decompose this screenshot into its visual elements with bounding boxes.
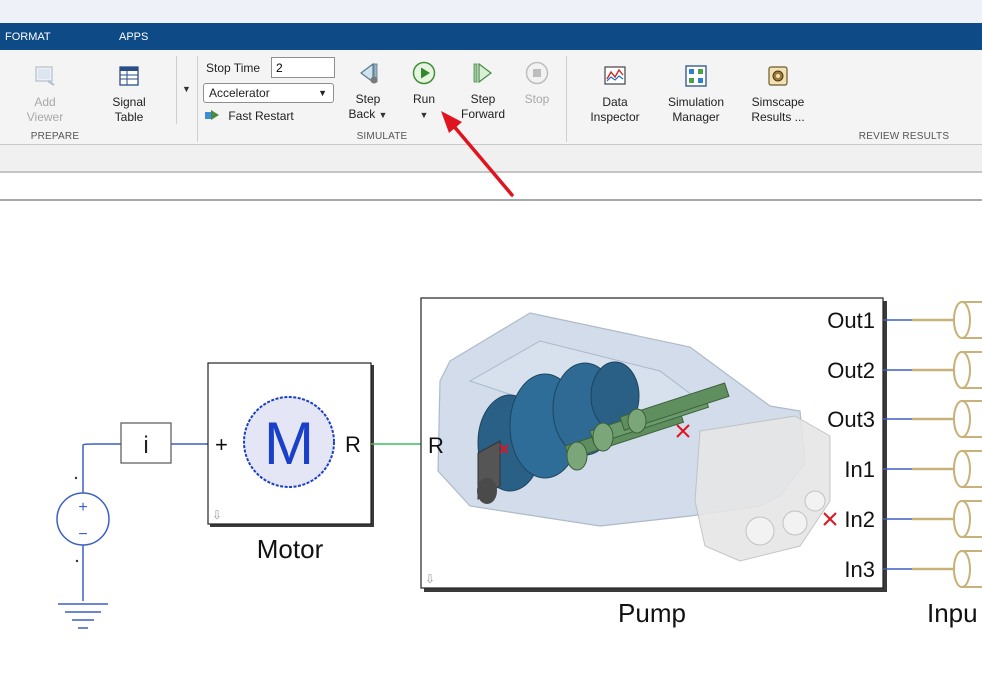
run-label: Run [412, 92, 435, 106]
pump-block[interactable]: R Out1 Out2 Out3 In1 In2 In3 ⇩ [420, 297, 887, 592]
tab-apps[interactable]: APPS [119, 23, 148, 50]
stop-button[interactable]: Stop [520, 61, 554, 107]
controlled-voltage-source[interactable]: + − [56, 445, 110, 601]
pump-port-out2: Out2 [827, 358, 875, 383]
step-back-label-1: Step [355, 92, 381, 106]
data-inspector-label-2: Inspector [590, 110, 640, 124]
step-forward-icon [473, 62, 492, 84]
step-forward-label-1: Step [470, 92, 496, 106]
simulation-manager-icon [685, 65, 707, 87]
simscape-results-label-2: Results ... [751, 110, 805, 124]
step-back-icon [360, 62, 378, 84]
pump-port-out3: Out3 [827, 407, 875, 432]
motor-symbol: M [264, 410, 314, 477]
motor-block-name: Motor [257, 534, 324, 564]
simulation-manager-button[interactable]: Simulation Manager [661, 64, 731, 125]
toolstrip-ribbon: Add Viewer Signal Table ▼ PREPARE Stop T… [0, 50, 982, 145]
simulation-manager-label-2: Manager [672, 110, 720, 124]
signal-table-button[interactable]: Signal Table [104, 64, 154, 125]
source-minus-sign: − [78, 526, 87, 543]
add-viewer-button[interactable]: Add Viewer [22, 64, 68, 125]
simulation-mode-select[interactable]: Accelerator ▼ [203, 83, 334, 103]
motor-block[interactable]: M + R ⇩ [207, 362, 374, 527]
fast-restart-toggle[interactable]: Fast Restart [205, 109, 294, 123]
electrical-line[interactable] [82, 443, 121, 446]
step-forward-label-2: Forward [460, 107, 505, 121]
simulation-manager-label-1: Simulation [667, 95, 725, 109]
current-block-label: i [143, 432, 148, 459]
fast-restart-label: Fast Restart [228, 109, 294, 123]
inputs-block-name: Inpu [927, 598, 978, 628]
step-forward-button[interactable]: Step Forward [458, 61, 508, 122]
pump-port-r: R [428, 433, 444, 458]
electrical-ground-icon[interactable] [58, 603, 108, 629]
breadcrumb-bar [0, 173, 982, 201]
fast-restart-icon [205, 110, 219, 120]
chevron-down-icon: ▼ [378, 110, 388, 120]
stop-label: Stop [524, 92, 550, 106]
tab-format[interactable]: FORMAT [5, 23, 51, 50]
stop-time-label: Stop Time [206, 61, 261, 75]
section-simulate: Stop Time Accelerator ▼ Fast Restart Ste… [198, 56, 567, 142]
stop-time-input[interactable] [271, 57, 335, 78]
chevron-down-icon[interactable]: ▼ [420, 110, 429, 120]
pump-block-name: Pump [618, 598, 686, 628]
pump-port-in3: In3 [844, 557, 875, 582]
data-inspector-label-1: Data [602, 95, 628, 109]
pump-port-in2: In2 [844, 507, 875, 532]
step-back-button[interactable]: Step Back ▼ [346, 61, 390, 123]
model-browser-bar [0, 145, 982, 173]
chevron-down-icon: ▼ [318, 88, 327, 98]
title-strip [0, 0, 982, 23]
run-button[interactable]: Run ▼ [404, 61, 444, 123]
toolstrip-tabbar: FORMAT APPS [0, 23, 982, 50]
section-title-simulate: SIMULATE [356, 131, 408, 142]
prepare-gallery-expand[interactable]: ▼ [176, 56, 197, 124]
motor-port-r: R [345, 432, 361, 457]
section-title-prepare: PREPARE [30, 131, 80, 142]
add-viewer-label-2: Viewer [26, 110, 64, 124]
simscape-results-button[interactable]: Simscape Results ... [745, 64, 811, 125]
simulation-mode-value: Accelerator [209, 86, 270, 100]
simscape-results-label-1: Simscape [751, 95, 805, 109]
section-title-review-results: REVIEW RESULTS [858, 131, 950, 142]
run-icon [412, 61, 436, 85]
data-inspector-button[interactable]: Data Inspector [583, 64, 647, 125]
data-inspector-icon [604, 66, 626, 85]
add-viewer-label-1: Add [34, 95, 56, 109]
section-review-results: Data Inspector Simulation Manager Simsca… [569, 56, 982, 142]
signal-table-label-1: Signal [112, 95, 146, 109]
chevron-down-icon: ▼ [182, 84, 191, 94]
signal-table-label-2: Table [114, 110, 144, 124]
arrow-down-icon: ⇩ [212, 508, 222, 522]
pump-port-in1: In1 [844, 457, 875, 482]
source-plus-sign: + [78, 499, 87, 516]
current-sensor-block[interactable]: i [120, 422, 172, 464]
motor-port-plus: + [215, 432, 228, 457]
signal-table-icon [119, 66, 139, 86]
add-viewer-icon [35, 66, 55, 86]
simscape-results-icon [768, 66, 788, 86]
section-prepare: Add Viewer Signal Table ▼ PREPARE [0, 56, 198, 142]
hydraulic-connections[interactable] [883, 301, 982, 588]
step-back-label-2: Back [348, 107, 376, 121]
pump-port-out1: Out1 [827, 308, 875, 333]
stop-icon [525, 61, 549, 85]
model-canvas[interactable]: + − i M + R ⇩ Motor R Out1 Out2 Out3 In1… [0, 201, 982, 685]
arrow-down-icon: ⇩ [425, 572, 435, 586]
